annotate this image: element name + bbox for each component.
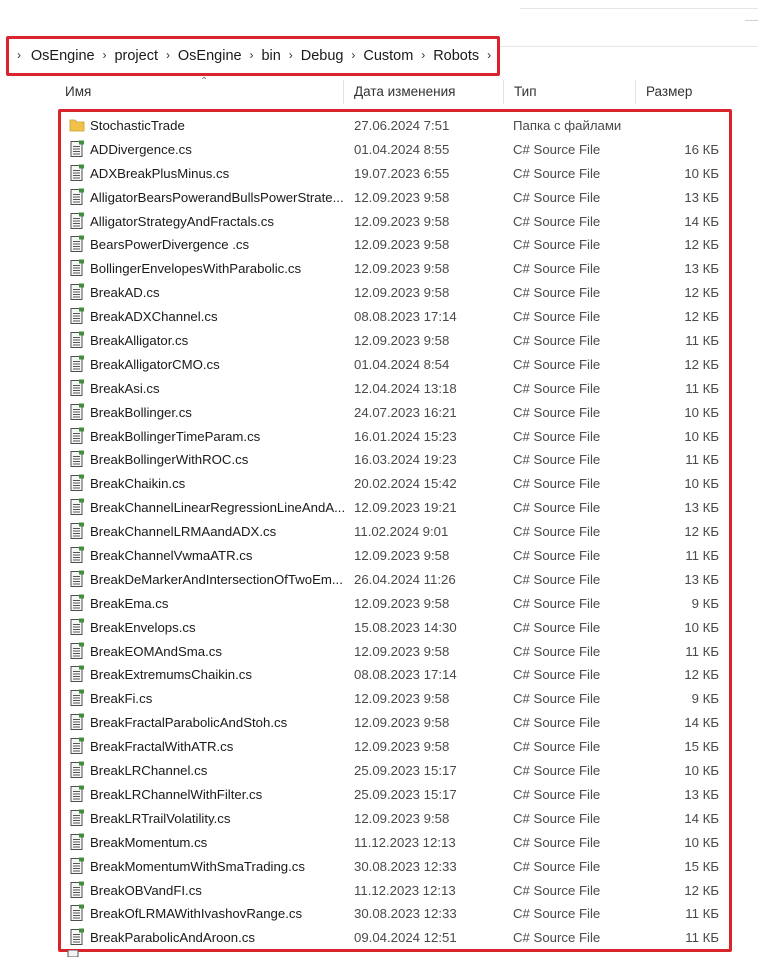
breadcrumb-item[interactable]: Robots [431, 48, 481, 64]
cs-file-icon [67, 950, 79, 957]
breadcrumb-item[interactable]: OsEngine [176, 48, 244, 64]
breadcrumb-item[interactable]: project [112, 48, 160, 64]
breadcrumb[interactable]: › OsEngine › project › OsEngine › bin › Debug › Cus… [6, 36, 500, 76]
highlight-box [58, 109, 732, 952]
chevron-right-icon[interactable]: › [248, 48, 256, 62]
top-strip [0, 0, 758, 40]
chevron-right-icon[interactable]: › [164, 48, 172, 62]
column-header-date[interactable]: Дата изменения [354, 84, 455, 99]
column-header: ⌃ Имя Дата изменения Тип Размер [45, 76, 758, 104]
chevron-right-icon[interactable]: › [101, 48, 109, 62]
divider [745, 20, 758, 21]
breadcrumb-item[interactable]: OsEngine [29, 48, 97, 64]
chevron-right-icon[interactable]: › [15, 48, 23, 62]
column-divider[interactable] [343, 80, 344, 104]
column-divider[interactable] [503, 80, 504, 104]
chevron-right-icon[interactable]: › [485, 48, 493, 62]
chevron-right-icon[interactable]: › [349, 48, 357, 62]
divider [520, 8, 758, 9]
breadcrumb-item[interactable]: Custom [361, 48, 415, 64]
column-divider[interactable] [635, 80, 636, 104]
column-header-type[interactable]: Тип [514, 84, 537, 99]
sort-up-icon: ⌃ [200, 76, 209, 87]
file-explorer: › OsEngine › project › OsEngine › bin › Debug › Cus… [0, 0, 758, 957]
breadcrumb-item[interactable]: Debug [299, 48, 346, 64]
chevron-right-icon[interactable]: › [287, 48, 295, 62]
breadcrumb-item[interactable]: bin [259, 48, 282, 64]
column-header-size[interactable]: Размер [646, 84, 692, 99]
column-header-name[interactable]: Имя [65, 84, 91, 99]
chevron-right-icon[interactable]: › [419, 48, 427, 62]
address-bar-edge [500, 46, 758, 47]
